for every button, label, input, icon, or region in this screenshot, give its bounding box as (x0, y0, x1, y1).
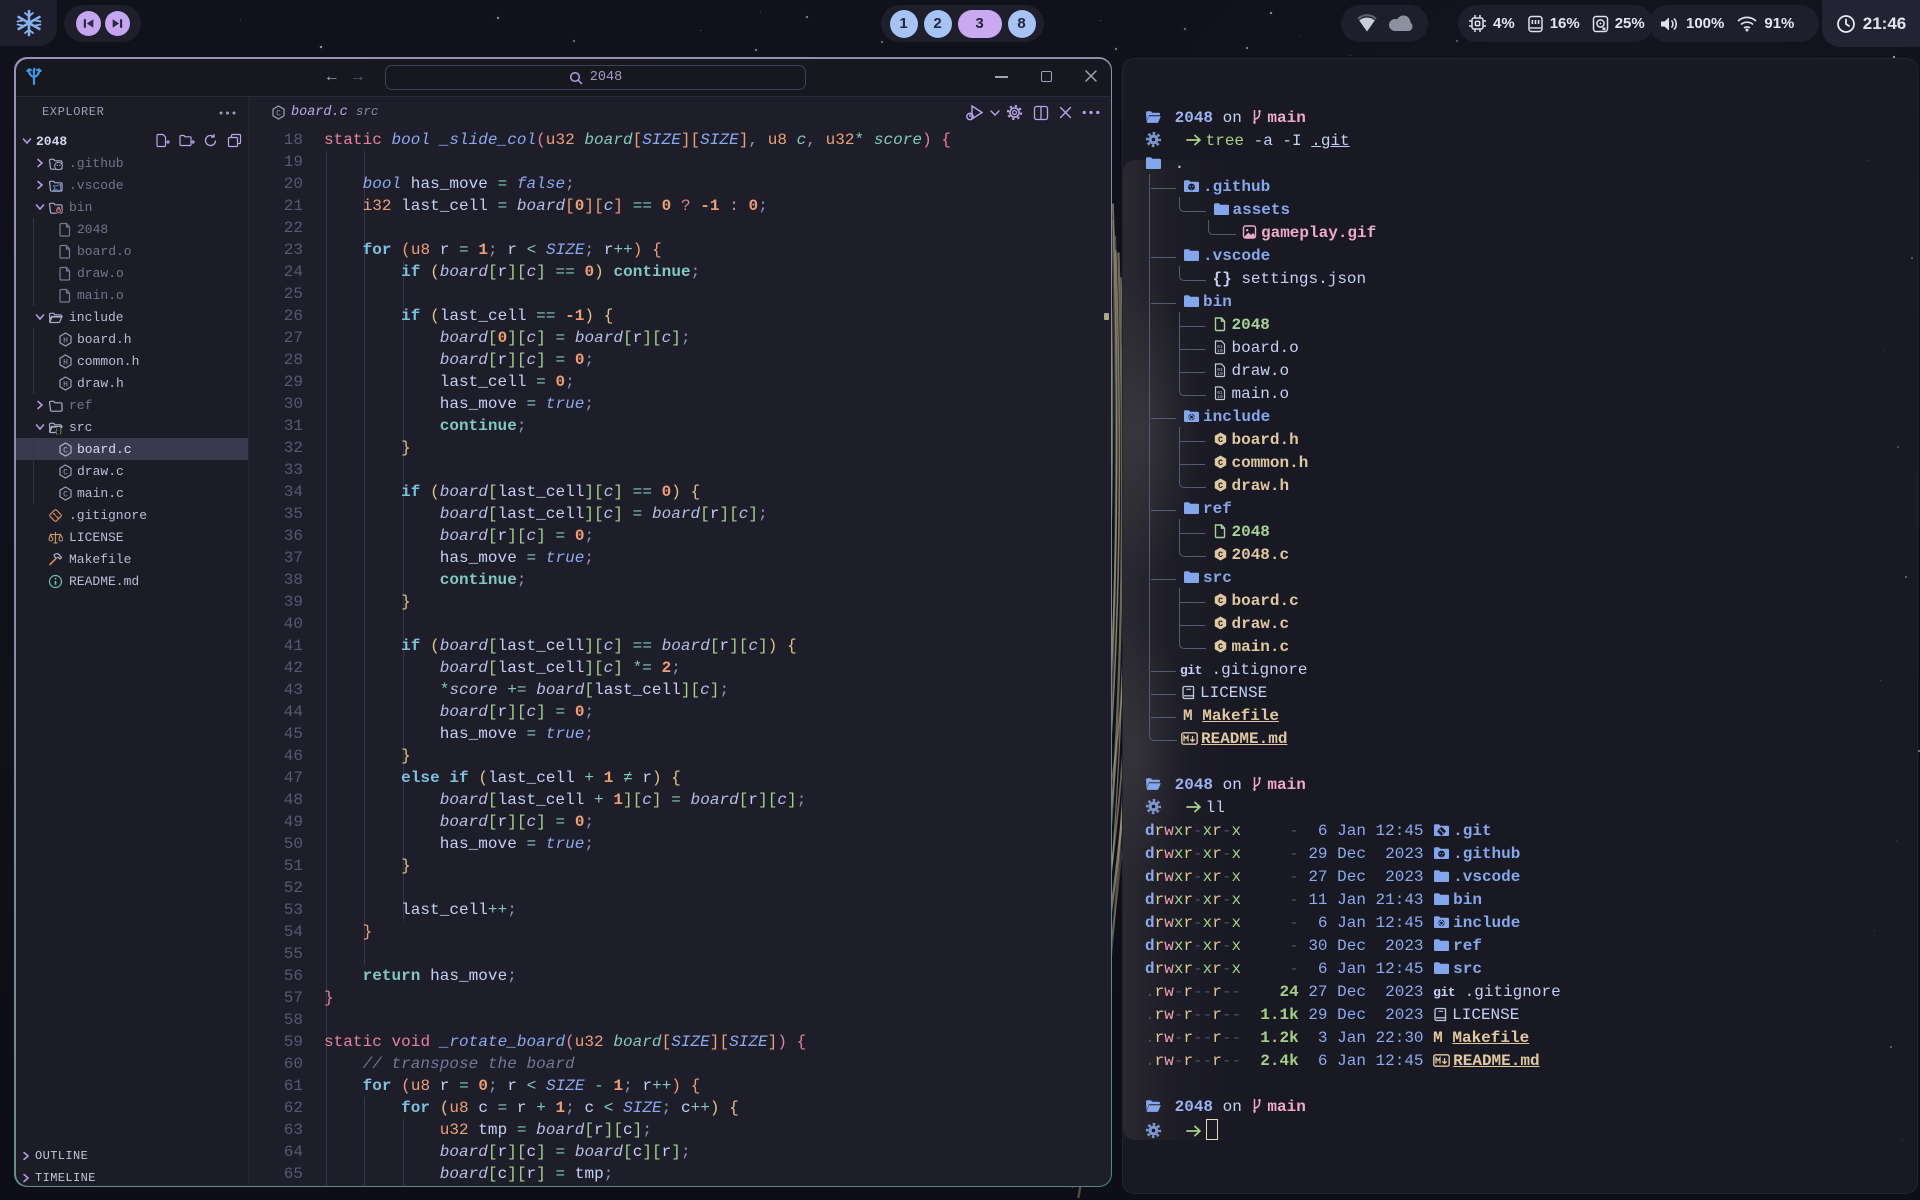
svg-text:C: C (1217, 481, 1222, 491)
svg-text:C: C (1217, 642, 1222, 652)
svg-text:H: H (63, 380, 68, 389)
svg-text:C: C (63, 446, 68, 455)
svg-text:C: C (63, 490, 68, 499)
svg-text:H: H (63, 358, 68, 367)
svg-text:C: C (63, 468, 68, 477)
svg-text:C: C (1217, 596, 1222, 606)
svg-text:H: H (63, 336, 68, 345)
svg-text:C: C (1217, 550, 1222, 560)
svg-text:10: 10 (1217, 348, 1223, 354)
svg-text:10: 10 (1217, 394, 1223, 400)
svg-text:C: C (276, 109, 281, 118)
svg-text:C: C (1217, 619, 1222, 629)
svg-text:(): () (55, 428, 63, 435)
svg-text:10: 10 (1217, 371, 1223, 377)
svg-text:C: C (1217, 458, 1222, 468)
svg-text:C: C (1217, 435, 1222, 445)
